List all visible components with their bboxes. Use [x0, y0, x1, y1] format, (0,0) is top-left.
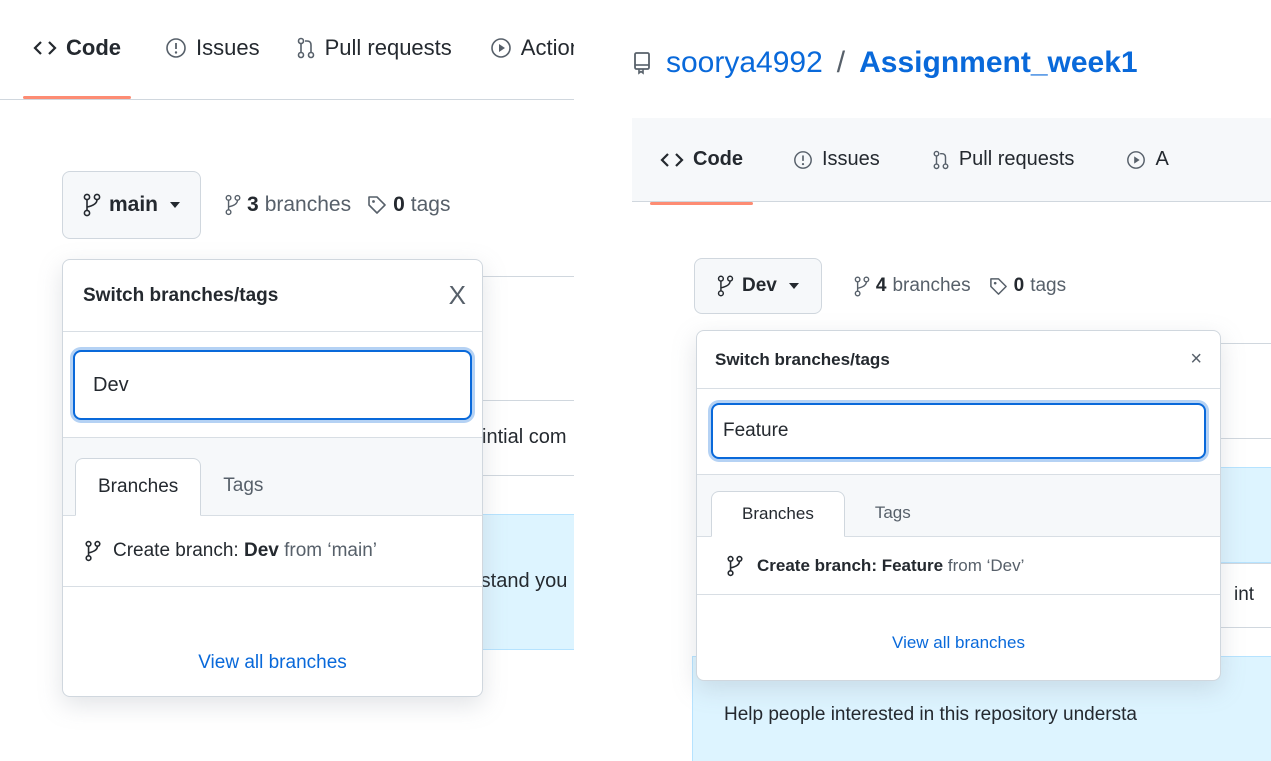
- tab-pull-requests-label: Pull requests: [958, 148, 1075, 170]
- create-branch-from: from ‘Dev’: [947, 555, 1025, 575]
- create-branch-item[interactable]: Create branch: Dev from ‘main’: [63, 516, 482, 587]
- git-branch-icon: [85, 539, 101, 563]
- tag-icon: [367, 195, 387, 215]
- dropdown-filter: [697, 389, 1220, 475]
- repo-tabnav: Code Issues Pull requests A: [632, 118, 1271, 205]
- tab-issues[interactable]: Issues: [165, 35, 260, 61]
- git-branch-icon: [854, 276, 870, 297]
- branches-count: 3: [247, 193, 259, 216]
- tags-link[interactable]: 0 tags: [989, 275, 1067, 297]
- repo-separator: /: [836, 46, 846, 79]
- create-branch-from: from ‘main’: [284, 540, 378, 561]
- git-branch-icon: [225, 194, 241, 216]
- branch-filter-input[interactable]: [73, 350, 472, 420]
- create-branch-text: Create branch: Dev from ‘main’: [113, 540, 377, 562]
- readme-banner-text: rstand you: [474, 570, 568, 592]
- branch-dropdown: Switch branches/tags × Branches Tags Cre…: [696, 330, 1221, 681]
- tab-actions-label: Actions: [520, 35, 574, 60]
- tab-tags[interactable]: Tags: [845, 490, 941, 536]
- dropdown-header: Switch branches/tags ×: [697, 331, 1220, 389]
- repo-icon: [632, 51, 652, 75]
- tab-issues[interactable]: Issues: [793, 148, 880, 171]
- tab-branches[interactable]: Branches: [711, 491, 845, 537]
- tags-count: 0: [1013, 275, 1025, 296]
- git-pull-request-icon: [932, 149, 950, 171]
- tab-actions[interactable]: A: [1126, 148, 1169, 171]
- create-branch-item[interactable]: Create branch: Feature from ‘Dev’: [697, 537, 1220, 595]
- commit-message-text: int: [1234, 584, 1255, 605]
- tab-pull-requests-label: Pull requests: [324, 35, 452, 60]
- branch-selector-row: main 3 branches 0 tags: [62, 171, 450, 239]
- view-all-branches-link[interactable]: View all branches: [697, 595, 1220, 680]
- issue-opened-icon: [165, 37, 187, 59]
- create-branch-prefix: Create branch:: [757, 555, 877, 575]
- dropdown-filter: [63, 332, 482, 438]
- tab-code-label: Code: [693, 148, 743, 170]
- tags-label: tags: [1030, 275, 1067, 296]
- dropdown-header: Switch branches/tags X: [63, 260, 482, 332]
- repo-title: soorya4992 / Assignment_week1: [632, 46, 1138, 80]
- branches-label: branches: [892, 275, 971, 296]
- tab-issues-label: Issues: [822, 148, 880, 170]
- tab-actions[interactable]: Actions: [490, 35, 574, 61]
- tab-tags[interactable]: Tags: [201, 457, 285, 515]
- close-icon[interactable]: ×: [1190, 348, 1202, 371]
- repo-owner-link[interactable]: soorya4992: [666, 46, 823, 80]
- tab-branches[interactable]: Branches: [75, 458, 202, 516]
- left-screenshot-panel: Code Issues Pull requests Actions mai: [0, 0, 574, 761]
- tab-issues-label: Issues: [196, 35, 260, 60]
- tags-link[interactable]: 0 tags: [367, 193, 450, 217]
- tab-code-label: Code: [66, 35, 121, 60]
- tab-pull-requests[interactable]: Pull requests: [932, 148, 1075, 171]
- chevron-down-icon: [788, 283, 799, 289]
- branch-selector-row: Dev 4 branches 0 tags: [694, 258, 1066, 314]
- repo-tabnav: Code Issues Pull requests Actions: [0, 0, 574, 100]
- dropdown-tabs: Branches Tags: [63, 438, 482, 516]
- dropdown-tabs: Branches Tags: [697, 475, 1220, 537]
- git-pull-request-icon: [296, 36, 316, 60]
- tag-icon: [989, 277, 1008, 296]
- git-branch-icon: [717, 275, 734, 297]
- tab-code[interactable]: Code: [23, 35, 131, 99]
- tab-pull-requests[interactable]: Pull requests: [296, 35, 452, 61]
- close-icon[interactable]: X: [449, 280, 466, 311]
- current-branch-name: Dev: [742, 275, 777, 296]
- branches-link[interactable]: 3 branches: [225, 193, 351, 217]
- commit-message-text: intial com: [482, 426, 567, 448]
- branch-dropdown: Switch branches/tags X Branches Tags Cre…: [62, 259, 483, 697]
- current-branch-name: main: [109, 193, 159, 216]
- branch-select-button[interactable]: main: [62, 171, 202, 239]
- create-branch-prefix: Create branch:: [113, 540, 239, 561]
- branches-count: 4: [875, 275, 887, 296]
- play-icon: [1126, 150, 1146, 170]
- create-branch-text: Create branch: Feature from ‘Dev’: [757, 556, 1024, 576]
- readme-banner-text: Help people interested in this repositor…: [724, 704, 1137, 725]
- code-icon: [660, 150, 684, 170]
- view-all-branches-link[interactable]: View all branches: [63, 587, 482, 696]
- create-branch-name: Dev: [243, 540, 279, 561]
- branch-select-button[interactable]: Dev: [694, 258, 822, 314]
- create-branch-name: Feature: [881, 555, 944, 575]
- git-branch-icon: [83, 193, 101, 217]
- dropdown-title: Switch branches/tags: [715, 349, 890, 369]
- chevron-down-icon: [170, 202, 181, 208]
- right-screenshot-panel: soorya4992 / Assignment_week1 Code Issue…: [632, 0, 1271, 761]
- branches-link[interactable]: 4 branches: [854, 275, 971, 297]
- play-icon: [490, 37, 512, 59]
- code-icon: [33, 38, 57, 58]
- branches-label: branches: [264, 193, 352, 216]
- git-branch-icon: [727, 555, 743, 577]
- branch-filter-input[interactable]: [711, 403, 1206, 459]
- dropdown-title: Switch branches/tags: [83, 284, 279, 306]
- tags-count: 0: [393, 193, 405, 216]
- tags-label: tags: [410, 193, 451, 216]
- repo-name-link[interactable]: Assignment_week1: [859, 46, 1137, 80]
- tab-actions-label: A: [1155, 148, 1169, 170]
- issue-opened-icon: [793, 150, 813, 170]
- tab-code[interactable]: Code: [650, 148, 753, 205]
